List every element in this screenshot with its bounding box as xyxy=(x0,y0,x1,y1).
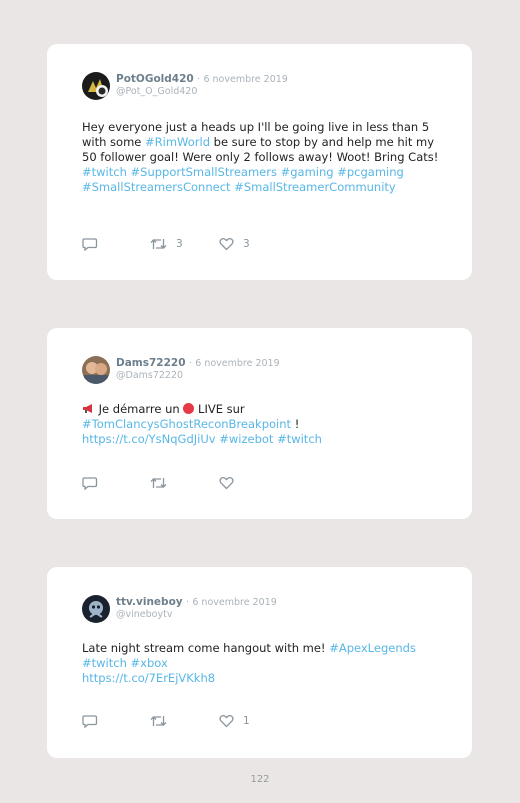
megaphone-icon xyxy=(82,402,95,416)
hashtag-link[interactable]: #RimWorld xyxy=(145,135,210,149)
reply-icon xyxy=(82,715,98,728)
author-line: Dams72220 · 6 novembre 2019 xyxy=(116,357,280,369)
reply-button[interactable] xyxy=(82,236,98,252)
tweet-text: Late night stream come hangout with me! … xyxy=(82,641,442,686)
separator: · xyxy=(188,358,192,369)
hashtag-links[interactable]: #twitch #SupportSmallStreamers #gaming #… xyxy=(82,165,404,194)
tweet-actions: 1 xyxy=(82,713,282,729)
author-handle[interactable]: @Pot_O_Gold420 xyxy=(116,86,197,97)
heart-icon xyxy=(219,237,234,251)
like-count: 1 xyxy=(243,715,250,727)
text-segment: Late night stream come hangout with me! xyxy=(82,641,330,655)
author-name[interactable]: Dams72220 xyxy=(116,357,186,369)
author-handle[interactable]: @vineboytv xyxy=(116,609,172,620)
tweet-card: ttv.vineboy · 6 novembre 2019 @vineboytv… xyxy=(47,567,472,758)
author-handle[interactable]: @Dams72220 xyxy=(116,370,183,381)
tweet-date[interactable]: 6 novembre 2019 xyxy=(195,358,279,369)
tweet-actions xyxy=(82,475,282,491)
author-line: PotOGold420 · 6 novembre 2019 xyxy=(116,73,288,85)
tweet-text: Hey everyone just a heads up I'll be goi… xyxy=(82,120,442,195)
tweet-date[interactable]: 6 novembre 2019 xyxy=(203,74,287,85)
retweet-icon xyxy=(150,239,167,249)
separator: · xyxy=(185,597,190,608)
red-circle-icon xyxy=(183,403,195,414)
tweet-card: PotOGold420 · 6 novembre 2019 @Pot_O_Gol… xyxy=(47,44,472,280)
hashtag-links[interactable]: #wizebot #twitch xyxy=(219,432,322,446)
url-link[interactable]: https://t.co/7ErEjVKkh8 xyxy=(82,671,215,685)
author-line: ttv.vineboy · 6 novembre 2019 xyxy=(116,596,277,608)
avatar[interactable] xyxy=(82,72,110,100)
avatar[interactable] xyxy=(82,595,110,623)
like-count: 3 xyxy=(243,238,250,250)
author-name[interactable]: PotOGold420 xyxy=(116,73,194,85)
like-button[interactable]: 1 xyxy=(219,713,250,729)
tweet-card: Dams72220 · 6 novembre 2019 @Dams72220 J… xyxy=(47,328,472,519)
hashtag-link[interactable]: #ApexLegends xyxy=(329,641,416,655)
retweet-icon xyxy=(150,716,167,726)
page-number: 122 xyxy=(250,774,270,785)
tweet-date[interactable]: 6 novembre 2019 xyxy=(192,597,276,608)
reply-button[interactable] xyxy=(82,475,98,491)
like-button[interactable]: 3 xyxy=(219,236,250,252)
text-segment: LIVE sur xyxy=(198,402,245,416)
tweet-actions: 3 3 xyxy=(82,236,282,252)
like-button[interactable] xyxy=(219,475,243,491)
reply-button[interactable] xyxy=(82,713,98,729)
retweet-count: 3 xyxy=(176,238,183,250)
author-name[interactable]: ttv.vineboy xyxy=(116,596,183,608)
hashtag-links[interactable]: #twitch #xbox xyxy=(82,656,168,670)
text-segment: ! xyxy=(291,417,300,431)
avatar[interactable] xyxy=(82,356,110,384)
tweet-text: Je démarre un LIVE sur #TomClancysGhostR… xyxy=(82,402,442,447)
reply-icon xyxy=(82,477,98,490)
separator: · xyxy=(197,74,201,85)
hashtag-link[interactable]: #TomClancysGhostReconBreakpoint xyxy=(82,417,291,431)
url-link[interactable]: https://t.co/YsNqGdJiUv xyxy=(82,432,216,446)
heart-icon xyxy=(219,476,234,490)
reply-icon xyxy=(82,238,98,251)
retweet-button[interactable] xyxy=(150,713,176,729)
heart-icon xyxy=(219,714,234,728)
text-segment: Je démarre un xyxy=(98,402,180,416)
retweet-button[interactable]: 3 xyxy=(150,236,183,252)
retweet-icon xyxy=(150,478,167,488)
retweet-button[interactable] xyxy=(150,475,176,491)
